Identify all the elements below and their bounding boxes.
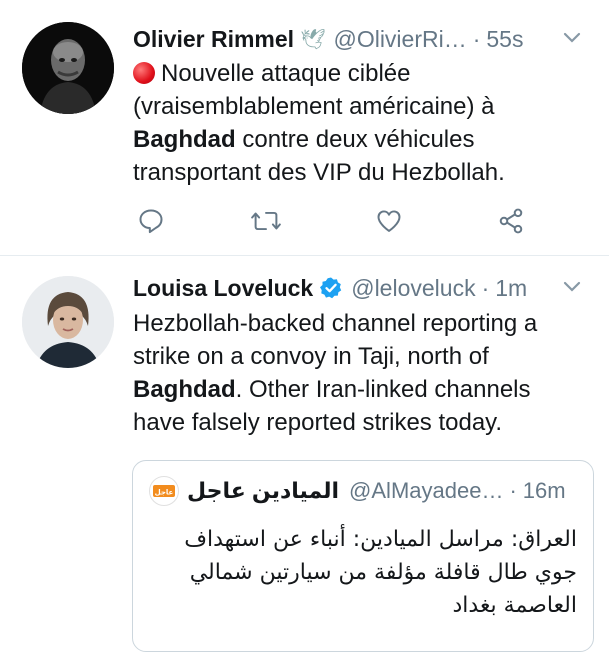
tweet-header: Olivier Rimmel 🕊 @OlivierRi… · 55s [133, 22, 599, 56]
almayadeen-logo[interactable]: عاجل [149, 476, 179, 506]
red-circle-emoji [133, 62, 155, 84]
chevron-down-icon[interactable] [563, 277, 581, 298]
avatar[interactable] [22, 276, 114, 368]
avatar[interactable] [22, 22, 114, 114]
tweet-text: Nouvelle attaque ciblée (vraisemblableme… [133, 57, 579, 189]
tweet-header: Louisa Loveluck @leloveluck · 1m [133, 271, 599, 305]
logo-text: عاجل [155, 489, 174, 497]
timestamp[interactable]: 1m [495, 275, 527, 302]
quoted-tweet-text: العراق: مراسل الميادين: أنباء عن استهداف… [184, 527, 577, 618]
tweet[interactable]: Louisa Loveluck @leloveluck · 1m Hezboll… [0, 256, 609, 652]
chevron-down-icon[interactable] [563, 28, 581, 49]
separator: · [481, 274, 490, 301]
tweet-actions [133, 203, 533, 239]
quoted-author-name[interactable]: الميادين عاجل [187, 478, 339, 504]
verified-badge-icon [319, 276, 343, 300]
separator: · [472, 25, 481, 52]
author-name[interactable]: Olivier Rimmel [133, 26, 294, 53]
tweet[interactable]: Olivier Rimmel 🕊 @OlivierRi… · 55s Nouve… [0, 0, 609, 256]
dove-emoji: 🕊 [300, 28, 326, 51]
author-handle[interactable]: @OlivierRi… [333, 26, 466, 53]
quoted-tweet-header: عاجل الميادين عاجل @AlMayadee… · 16m [149, 475, 579, 507]
tweet-text-part: Hezbollah-backed channel reporting a str… [133, 310, 538, 370]
quoted-tweet[interactable]: عاجل الميادين عاجل @AlMayadee… · 16m الع… [132, 460, 594, 652]
timeline: Olivier Rimmel 🕊 @OlivierRi… · 55s Nouve… [0, 0, 609, 652]
quoted-author-handle[interactable]: @AlMayadee… [349, 478, 503, 504]
author-name[interactable]: Louisa Loveluck [133, 275, 313, 302]
tweet-text: Hezbollah-backed channel reporting a str… [133, 307, 579, 439]
retweet-icon[interactable] [248, 203, 284, 239]
reply-icon[interactable] [133, 203, 169, 239]
bold-keyword: Baghdad [133, 126, 236, 153]
timestamp[interactable]: 55s [486, 26, 523, 53]
quoted-timestamp[interactable]: 16m [523, 478, 566, 504]
share-icon[interactable] [493, 203, 529, 239]
heart-icon[interactable] [371, 203, 407, 239]
separator: · [509, 478, 517, 503]
tweet-text-part: Nouvelle attaque ciblée (vraisemblableme… [133, 60, 495, 120]
bold-keyword: Baghdad [133, 376, 236, 403]
author-handle[interactable]: @leloveluck [351, 275, 475, 302]
